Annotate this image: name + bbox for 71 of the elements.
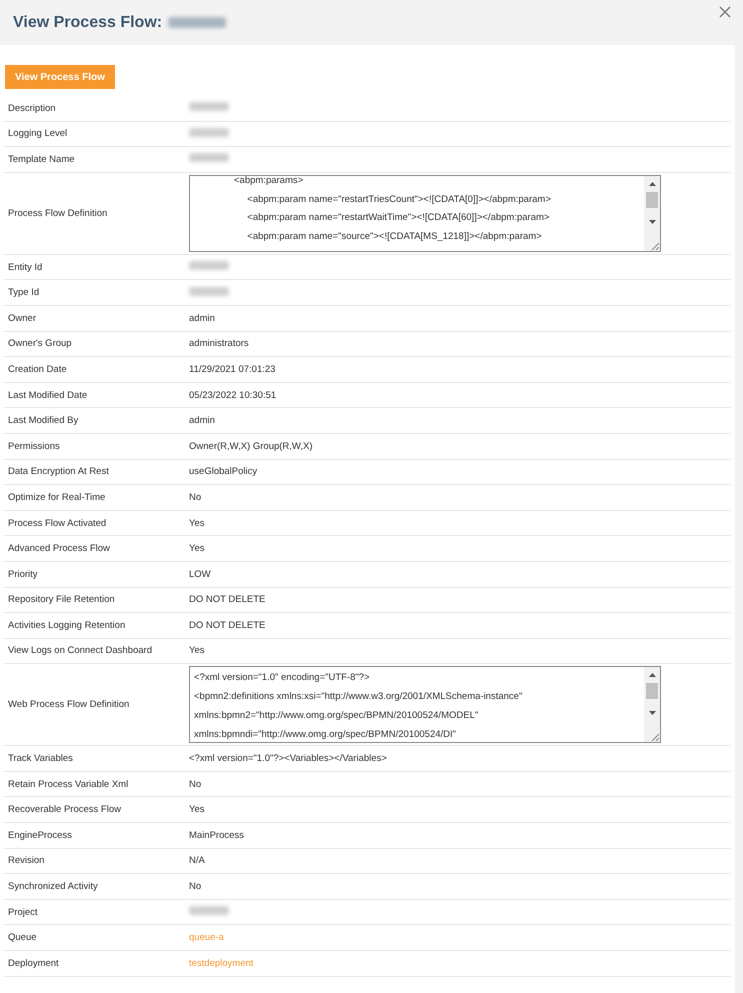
field-label: Permissions [7,440,61,452]
field-label: Type Id [7,287,40,298]
scroll-down-icon[interactable] [648,220,656,224]
field-label: Activities Logging Retention [7,620,126,631]
field-label: Data Encryption At Rest [7,466,110,478]
scroll-up-icon[interactable] [648,182,656,186]
field-label: EngineProcess [7,830,73,841]
field-value: MainProcess [189,830,244,841]
field-value: DO NOT DELETE [189,620,266,631]
field-value: DO NOT DELETE [189,594,266,606]
field-value: useGlobalPolicy [189,466,258,478]
field-label: Project [7,906,39,918]
field-value: admin [189,415,215,426]
field-label: Priority [7,568,39,580]
field-label: Description [7,102,57,114]
field-value: No [189,881,202,892]
field-value: 05/23/2022 10:30:51 [189,390,276,401]
field-value: 11/29/2021 07:01:23 [189,364,276,375]
field-value: admin [189,312,215,324]
field-label: Process Flow Definition [7,208,108,219]
xml-text-area[interactable]: <?xml version="1.0" encoding="UTF-8"?> <bpmn2:definitions xmlns:xsi="http://www.w3.org/2001/XMLSchema-instance" xmlns:bpmn2="http://www.omg.org/spec/BPMN/20100524/MODEL" xmlns:bpmndi="http://www.omg.org/spec/BPMN/20100524/DI" [189,666,661,744]
blurred-text [189,153,229,162]
close-icon[interactable] [719,6,731,18]
blurred-text [189,102,229,112]
blurred-text [189,128,229,137]
resize-grip-icon[interactable] [651,733,659,742]
field-link[interactable]: testdeployment [189,958,254,969]
field-label: Process Flow Activated [7,518,108,529]
blurred-text [189,261,229,270]
field-value: <?xml version="1.0"?><Variables></Variables> [189,753,387,764]
view-process-flow-button[interactable]: View Process Flow [5,65,115,89]
field-label: Last Modified Date [7,390,88,401]
field-label: Track Variables [7,753,74,764]
field-value: No [189,492,202,503]
field-value: Yes [189,645,204,656]
dialog-title: View Process Flow: [13,14,162,32]
field-label: Last Modified By [7,415,80,426]
field-label: Repository File Retention [7,594,116,606]
scroll-up-icon[interactable] [648,673,656,678]
xml-text-area[interactable]: <abpm:params> <abpm:param name="restartTriesCount"><![CDATA[0]]></abpm:param> <abpm:param name="restartWaitTime"><![CDATA[60]]></abpm:param> <abpm:param name="source"><![CDATA[MS_1218]]></abpm:param> [189,174,661,252]
scroll-down-icon[interactable] [648,711,656,716]
field-label: Logging Level [7,128,68,140]
field-label: Optimize for Real-Time [7,492,106,503]
field-label: Recoverable Process Flow [7,804,122,816]
field-label: Revision [7,855,46,866]
field-label: Web Process Flow Definition [7,699,130,710]
field-label: Owner [7,312,37,324]
field-label: Synchronized Activity [7,881,99,892]
scroll-thumb[interactable] [646,683,658,700]
field-value: Yes [189,518,204,529]
field-label: Template Name [7,154,76,165]
field-link[interactable]: queue-a [189,932,224,944]
field-value: LOW [189,568,211,580]
field-value: Yes [189,804,204,816]
field-label: Queue [7,932,38,944]
field-label: Creation Date [7,364,68,375]
field-label: Entity Id [7,262,44,273]
scroll-thumb[interactable] [646,192,658,208]
field-label: Deployment [7,958,60,969]
field-label: Advanced Process Flow [7,543,111,554]
blurred-text [189,286,229,296]
field-value: Yes [189,543,204,554]
field-value: N/A [189,855,205,866]
field-value: Owner(R,W,X) Group(R,W,X) [189,440,313,452]
resize-grip-icon[interactable] [651,242,659,250]
field-value: No [189,778,202,790]
field-label: Owner's Group [7,338,73,350]
field-value: administrators [189,338,249,350]
blurred-text [189,906,229,916]
field-label: Retain Process Variable Xml [7,778,130,790]
field-label: View Logs on Connect Dashboard [7,645,154,656]
